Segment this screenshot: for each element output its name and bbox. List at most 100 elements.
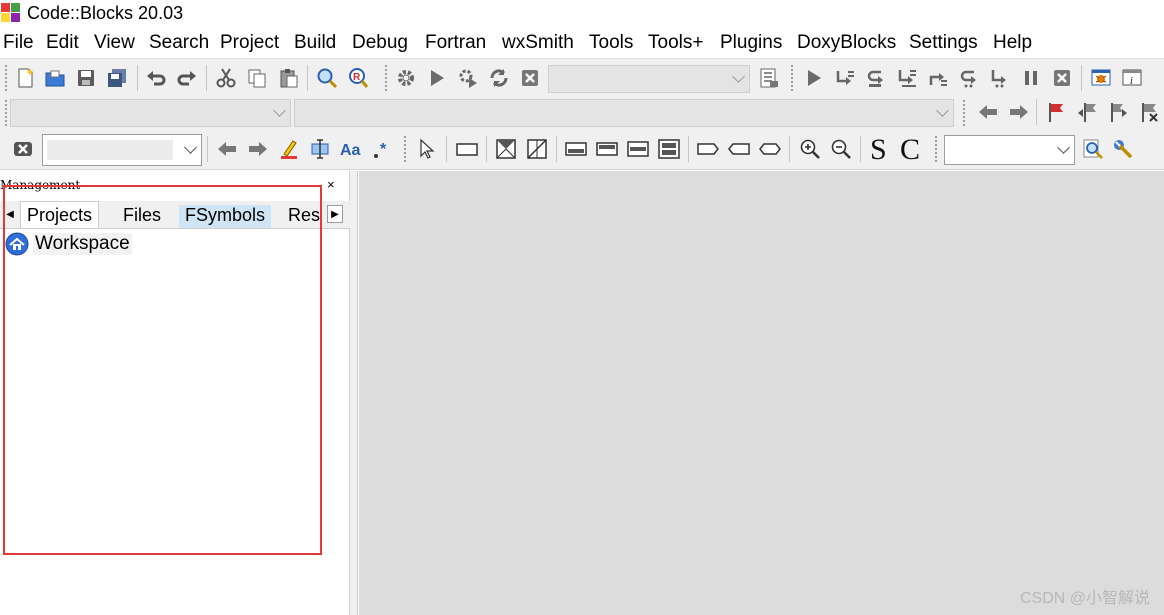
menu-debug[interactable]: Debug: [352, 32, 408, 54]
debugging-windows-button[interactable]: [1088, 65, 1114, 91]
main-toolbar: R i: [0, 58, 1164, 96]
align-hcenter-button[interactable]: [757, 136, 783, 162]
menu-file[interactable]: File: [3, 32, 34, 54]
align-fill-button[interactable]: [656, 136, 682, 162]
undo-button[interactable]: [143, 65, 169, 91]
menu-build[interactable]: Build: [294, 32, 336, 54]
search-go-button[interactable]: [1080, 136, 1106, 162]
align-top-button[interactable]: [563, 136, 589, 162]
zoom-out-button[interactable]: [828, 136, 854, 162]
debug-continue-button[interactable]: [801, 65, 827, 91]
menu-help[interactable]: Help: [993, 32, 1032, 54]
preview-button[interactable]: [454, 136, 480, 162]
step-into-instruction-button[interactable]: [987, 65, 1013, 91]
menu-project[interactable]: Project: [220, 32, 279, 54]
clear-bookmarks-button[interactable]: [1136, 99, 1162, 125]
s-tool-button[interactable]: S: [870, 133, 887, 167]
align-bottom-button[interactable]: [594, 136, 620, 162]
abort-button[interactable]: [517, 65, 543, 91]
paste-button[interactable]: [276, 65, 302, 91]
menu-tools-plus[interactable]: Tools+: [648, 32, 703, 54]
jump-forward-button[interactable]: [1006, 99, 1032, 125]
build-and-run-button[interactable]: [455, 65, 481, 91]
function-select[interactable]: [294, 99, 954, 127]
menu-view[interactable]: View: [94, 32, 135, 54]
cut-button[interactable]: [213, 65, 239, 91]
build-target-select[interactable]: [548, 65, 750, 93]
panel-splitter[interactable]: [350, 171, 358, 615]
selected-text-only-button[interactable]: [307, 136, 333, 162]
next-line-button[interactable]: [863, 65, 889, 91]
run-to-cursor-button[interactable]: [832, 65, 858, 91]
tab-scroll-right-icon[interactable]: ▶: [327, 205, 343, 223]
close-icon[interactable]: ×: [327, 177, 335, 192]
sizer-expand-button[interactable]: [493, 136, 519, 162]
regex-button[interactable]: *: [369, 136, 395, 162]
find-button[interactable]: [314, 65, 340, 91]
toolbar-separator: [446, 136, 447, 162]
toolbar-grip[interactable]: [384, 64, 388, 92]
run-button[interactable]: [424, 65, 450, 91]
clear-search-button[interactable]: [10, 136, 36, 162]
redo-button[interactable]: [174, 65, 200, 91]
rebuild-button[interactable]: [486, 65, 512, 91]
save-button[interactable]: [73, 65, 99, 91]
step-into-button[interactable]: [894, 65, 920, 91]
toolbar-grip[interactable]: [403, 135, 407, 163]
toolbar-grip[interactable]: [4, 99, 8, 127]
next-instruction-icon: [960, 70, 976, 88]
build-button[interactable]: [393, 65, 419, 91]
break-debugger-button[interactable]: [1018, 65, 1044, 91]
show-select-target-button[interactable]: [756, 65, 782, 91]
scope-select[interactable]: [10, 99, 291, 127]
step-out-button[interactable]: [925, 65, 951, 91]
find-previous-button[interactable]: [214, 136, 240, 162]
open-file-button[interactable]: [42, 65, 68, 91]
align-center-button[interactable]: [625, 136, 651, 162]
rebuild-icon: [490, 69, 508, 87]
next-instruction-button[interactable]: [956, 65, 982, 91]
match-case-icon: Aa: [340, 142, 361, 159]
save-all-button[interactable]: [104, 65, 130, 91]
menu-settings[interactable]: Settings: [909, 32, 978, 54]
menu-tools[interactable]: Tools: [589, 32, 633, 54]
find-next-button[interactable]: [245, 136, 271, 162]
redo-icon: [177, 71, 196, 86]
search-text-area[interactable]: [47, 140, 173, 160]
zoom-in-button[interactable]: [797, 136, 823, 162]
search-scope-select[interactable]: [944, 135, 1075, 165]
menu-doxyblocks[interactable]: DoxyBlocks: [797, 32, 896, 54]
copy-button[interactable]: [244, 65, 270, 91]
toolbar-grip[interactable]: [962, 99, 966, 127]
previous-bookmark-button[interactable]: [1074, 99, 1100, 125]
toolbar-grip[interactable]: [934, 135, 938, 163]
match-case-button[interactable]: Aa: [338, 136, 364, 162]
find-replace-icon: R: [349, 68, 369, 88]
highlight-button[interactable]: [276, 136, 302, 162]
sizer-shaped-button[interactable]: [524, 136, 550, 162]
menu-wxsmith[interactable]: wxSmith: [502, 32, 574, 54]
align-right-button[interactable]: [726, 136, 752, 162]
new-file-button[interactable]: [12, 65, 38, 91]
debug-info-button[interactable]: i: [1119, 65, 1145, 91]
c-tool-button[interactable]: C: [900, 133, 920, 167]
arrow-right-icon: [249, 142, 267, 156]
align-left-button[interactable]: [695, 136, 721, 162]
next-bookmark-button[interactable]: [1105, 99, 1131, 125]
search-settings-button[interactable]: [1110, 136, 1136, 162]
toolbar-separator: [307, 65, 308, 91]
menu-fortran[interactable]: Fortran: [425, 32, 486, 54]
toggle-bookmark-button[interactable]: [1043, 99, 1069, 125]
pointer-tool-button[interactable]: [414, 136, 440, 162]
toolbar-grip[interactable]: [790, 64, 794, 92]
replace-button[interactable]: R: [345, 65, 371, 91]
toolbar-grip[interactable]: [4, 64, 8, 92]
menu-search[interactable]: Search: [149, 32, 209, 54]
stop-debugger-button[interactable]: [1049, 65, 1075, 91]
shape-arrow-right-icon: [697, 143, 719, 155]
menu-plugins[interactable]: Plugins: [720, 32, 782, 54]
menu-edit[interactable]: Edit: [46, 32, 79, 54]
jump-back-button[interactable]: [975, 99, 1001, 125]
incremental-search-input[interactable]: [42, 134, 202, 166]
clear-box-icon: [14, 142, 32, 156]
